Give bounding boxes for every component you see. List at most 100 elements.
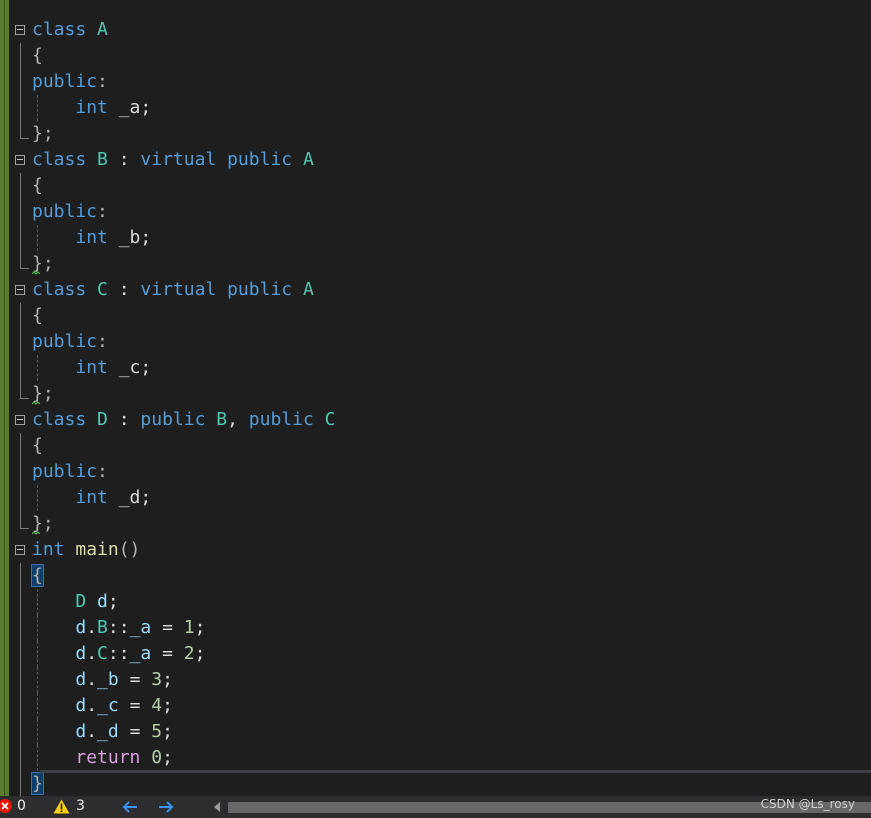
collapse-icon[interactable] <box>15 285 25 295</box>
code-line[interactable]: d._d = 5; <box>0 719 871 745</box>
code-text[interactable]: d._d = 5; <box>32 721 173 743</box>
code-token: A <box>302 149 314 170</box>
code-text[interactable]: public: <box>32 461 108 483</box>
code-token: d <box>75 643 87 664</box>
code-token: { <box>32 175 43 196</box>
code-text[interactable]: { <box>32 305 43 327</box>
code-line[interactable]: { <box>0 433 871 459</box>
suggestion-squiggle[interactable] <box>32 531 40 535</box>
code-line[interactable]: { <box>0 43 871 69</box>
outline-guide <box>20 589 21 615</box>
code-line[interactable]: }; <box>0 511 871 537</box>
code-token: public <box>227 279 293 300</box>
code-token: = <box>151 617 184 638</box>
code-token: ; <box>162 695 173 716</box>
code-line[interactable]: int _d; <box>0 485 871 511</box>
code-line[interactable]: }; <box>0 121 871 147</box>
code-line[interactable]: public: <box>0 199 871 225</box>
code-text[interactable]: class A <box>32 19 108 41</box>
code-line[interactable]: public: <box>0 459 871 485</box>
code-line[interactable]: }; <box>0 251 871 277</box>
code-text[interactable]: class D : public B, public C <box>32 409 336 431</box>
code-line[interactable]: int _a; <box>0 95 871 121</box>
code-token: int <box>75 227 108 248</box>
arrow-left-icon[interactable] <box>122 800 138 814</box>
code-line[interactable]: public: <box>0 69 871 95</box>
warning-count[interactable]: 3 <box>76 798 85 814</box>
code-line[interactable]: d._c = 4; <box>0 693 871 719</box>
code-text[interactable]: int main() <box>32 539 140 561</box>
code-text[interactable]: d.B::_a = 1; <box>32 617 205 639</box>
code-token: ; <box>162 721 173 742</box>
code-text[interactable]: return 0; <box>32 747 173 769</box>
code-token: B <box>97 617 108 638</box>
code-text[interactable]: public: <box>32 201 108 223</box>
code-line[interactable]: class C : virtual public A <box>0 277 871 303</box>
code-text[interactable]: }; <box>32 123 54 145</box>
code-text[interactable]: int _b; <box>32 227 151 249</box>
code-line[interactable]: class A <box>0 17 871 43</box>
code-text[interactable]: public: <box>32 71 108 93</box>
code-line[interactable]: }; <box>0 381 871 407</box>
code-token: _a; <box>107 97 152 118</box>
code-token: 5 <box>151 721 163 742</box>
code-line[interactable]: int _b; <box>0 225 871 251</box>
code-token: = <box>118 695 152 716</box>
code-token: d <box>75 617 87 638</box>
code-token: : <box>97 461 108 482</box>
code-line[interactable]: D d; <box>0 589 871 615</box>
code-editor[interactable]: class A { public: int _a;}; class B : virtu… <box>0 0 871 796</box>
collapse-icon[interactable] <box>15 155 25 165</box>
code-line[interactable]: { <box>0 173 871 199</box>
code-line[interactable]: int main() <box>0 537 871 563</box>
code-token: : <box>107 279 141 300</box>
code-text[interactable]: int _a; <box>32 97 151 119</box>
outline-guide-end <box>20 121 29 139</box>
code-text[interactable]: d._c = 4; <box>32 695 173 717</box>
code-token: ; <box>194 643 206 664</box>
outline-guide <box>20 43 21 69</box>
code-line[interactable]: { <box>0 563 871 589</box>
code-line[interactable]: int _c; <box>0 355 871 381</box>
code-line[interactable]: } <box>0 771 871 796</box>
arrow-right-icon[interactable] <box>158 800 174 814</box>
code-text[interactable]: { <box>31 564 44 587</box>
code-line[interactable]: public: <box>0 329 871 355</box>
code-token: : <box>97 331 108 352</box>
code-text[interactable]: { <box>32 435 43 457</box>
code-text[interactable]: class B : virtual public A <box>32 149 314 171</box>
code-text[interactable]: { <box>32 175 43 197</box>
collapse-icon[interactable] <box>15 415 25 425</box>
code-line[interactable]: d.B::_a = 1; <box>0 615 871 641</box>
code-text[interactable]: } <box>31 772 44 795</box>
code-line[interactable]: return 0; <box>0 745 871 771</box>
code-line[interactable]: d.C::_a = 2; <box>0 641 871 667</box>
code-token: class <box>32 19 87 40</box>
error-count[interactable]: 0 <box>17 798 26 814</box>
suggestion-squiggle[interactable] <box>32 271 40 275</box>
code-token: . <box>86 643 98 664</box>
code-text[interactable]: int _c; <box>32 357 151 379</box>
code-token: int <box>32 539 65 560</box>
scroll-left-icon[interactable] <box>214 802 220 812</box>
code-text[interactable]: public: <box>32 331 108 353</box>
code-line[interactable]: { <box>0 303 871 329</box>
code-line[interactable]: class B : virtual public A <box>0 147 871 173</box>
collapse-icon[interactable] <box>15 25 25 35</box>
warning-icon[interactable] <box>53 799 70 814</box>
code-line[interactable]: class D : public B, public C <box>0 407 871 433</box>
code-text[interactable]: d.C::_a = 2; <box>32 643 205 665</box>
outline-guide-end <box>20 381 29 399</box>
code-text[interactable]: { <box>32 45 43 67</box>
code-line[interactable]: d._b = 3; <box>0 667 871 693</box>
code-text[interactable]: D d; <box>32 591 118 613</box>
suggestion-squiggle[interactable] <box>32 401 40 405</box>
code-token: B <box>216 409 228 430</box>
code-text[interactable]: class C : virtual public A <box>32 279 314 301</box>
code-token: = <box>118 669 152 690</box>
code-text[interactable]: d._b = 3; <box>32 669 173 691</box>
code-text[interactable]: int _d; <box>32 487 151 509</box>
error-icon[interactable] <box>0 799 12 813</box>
collapse-icon[interactable] <box>15 545 25 555</box>
